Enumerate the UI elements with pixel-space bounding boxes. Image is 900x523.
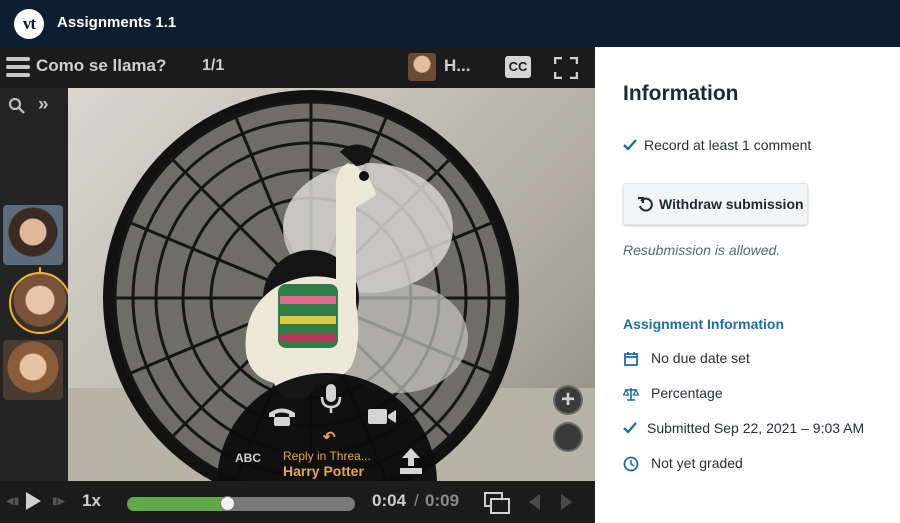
reply-to-name[interactable]: Harry Potter: [283, 463, 364, 479]
commenter-avatar[interactable]: [3, 205, 63, 265]
total-time: 0:09: [425, 491, 460, 510]
commenter-avatar-selected[interactable]: [9, 272, 71, 334]
progress-bar[interactable]: [127, 497, 355, 511]
withdraw-submission-button[interactable]: Withdraw submission: [623, 183, 808, 225]
information-heading: Information: [623, 82, 739, 105]
skip-forward-icon[interactable]: ▮▶: [52, 496, 65, 507]
upload-icon[interactable]: [399, 447, 423, 475]
scale-icon: [623, 388, 639, 401]
picture-in-picture-icon[interactable]: [484, 492, 510, 514]
hamburger-icon[interactable]: [6, 57, 30, 77]
thread-title: Como se llama?: [36, 56, 167, 75]
skip-back-icon[interactable]: ◀▮: [6, 496, 19, 507]
text-comment-button[interactable]: ABC: [235, 451, 261, 465]
due-date-text: No due date set: [651, 350, 750, 366]
clock-icon: [623, 456, 639, 472]
requirement-text: Record at least 1 comment: [644, 137, 812, 153]
voicethread-logo[interactable]: vt: [14, 9, 44, 39]
comment-marker: [227, 497, 355, 511]
comment-rail: »: [0, 88, 71, 481]
current-time: 0:04: [372, 491, 407, 510]
app-title: Assignments 1.1: [57, 14, 177, 31]
check-icon: [623, 422, 637, 434]
zoom-in-button[interactable]: +: [553, 385, 583, 415]
progress-handle[interactable]: [219, 496, 235, 511]
undo-icon: [638, 197, 653, 212]
zoom-out-button[interactable]: [553, 422, 583, 452]
next-slide-icon[interactable]: [560, 493, 574, 511]
reply-thread-label[interactable]: Reply in Threa...: [283, 449, 371, 463]
calendar-icon: [624, 352, 638, 366]
slide-counter: 1/1: [202, 57, 225, 74]
playback-speed[interactable]: 1x: [82, 491, 101, 511]
grading-type-text: Percentage: [651, 385, 723, 401]
grade-status-text: Not yet graded: [651, 455, 743, 471]
player-header: Como se llama? 1/1 H... CC: [0, 47, 595, 88]
search-icon[interactable]: [8, 97, 26, 115]
time-separator: /: [414, 491, 419, 510]
closed-captions-button[interactable]: CC: [505, 56, 531, 78]
owner-name[interactable]: H...: [444, 56, 470, 76]
top-bar: vt Assignments 1.1: [0, 0, 900, 47]
owner-avatar[interactable]: [408, 53, 436, 81]
resubmission-note: Resubmission is allowed.: [623, 242, 781, 258]
commenter-avatar[interactable]: [3, 340, 63, 400]
submitted-date-text: Submitted Sep 22, 2021 – 9:03 AM: [647, 420, 865, 436]
video-camera-icon[interactable]: [367, 406, 397, 426]
check-icon: [623, 139, 637, 151]
microphone-icon[interactable]: [319, 383, 343, 415]
assignment-information-heading: Assignment Information: [623, 316, 785, 332]
double-chevron-right-icon[interactable]: »: [38, 94, 49, 116]
play-icon[interactable]: [24, 491, 42, 511]
voicethread-player: Como se llama? 1/1 H... CC » + ABC ↶ Rep…: [0, 47, 595, 523]
information-panel: Information Record at least 1 comment Wi…: [595, 47, 900, 523]
fullscreen-icon[interactable]: [554, 57, 578, 79]
withdraw-submission-label: Withdraw submission: [659, 196, 804, 212]
player-controls: ◀▮ ▮▶ 1x 0:04 / 0:09: [0, 481, 595, 523]
phone-icon[interactable]: [267, 405, 297, 427]
progress-fill: [127, 497, 228, 511]
reply-arrow-icon: ↶: [323, 429, 336, 446]
previous-slide-icon[interactable]: [527, 493, 541, 511]
